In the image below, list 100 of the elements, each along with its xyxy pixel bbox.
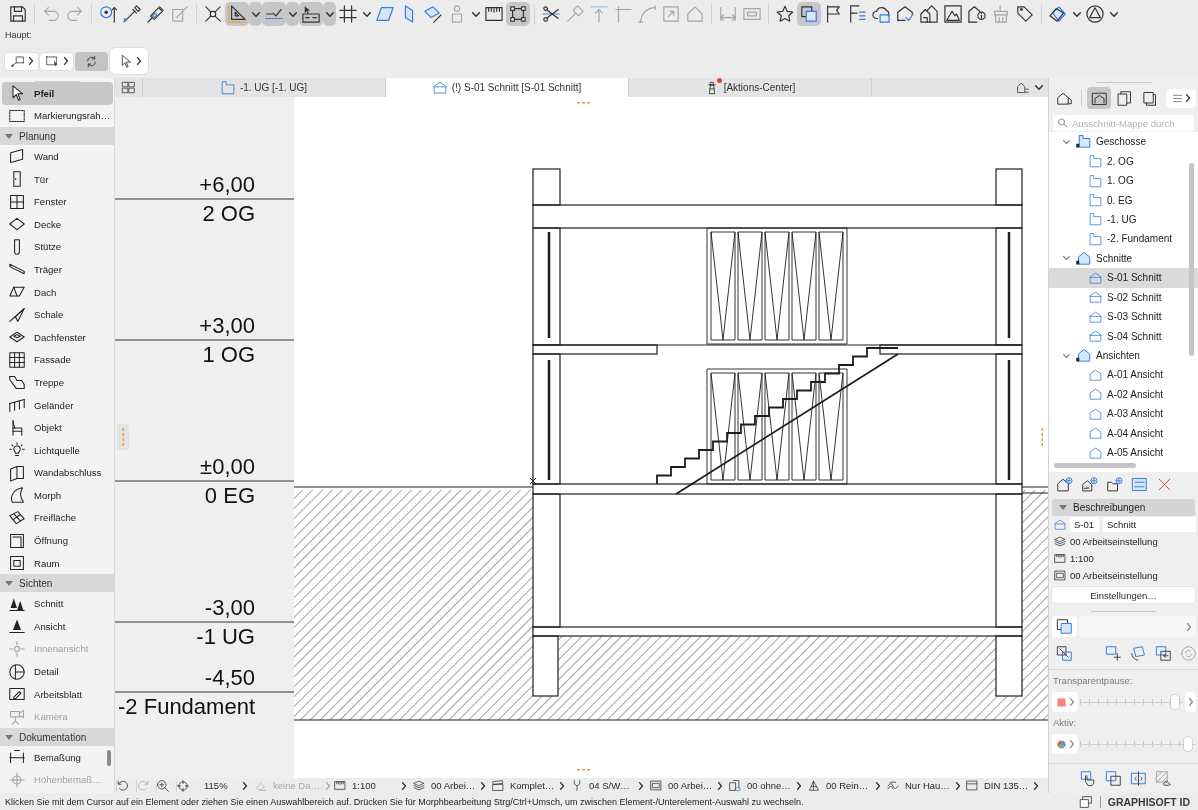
status-dropdown[interactable]: Nur Hau…	[884, 780, 963, 791]
tool-item[interactable]: Öffnung	[2, 529, 113, 552]
house-arrow-plus-icon[interactable]	[1081, 477, 1098, 492]
tree-item[interactable]: -1. UG	[1049, 209, 1198, 230]
status-dropdown[interactable]: Komplet…	[489, 780, 568, 791]
tool-item[interactable]: Treppe	[2, 371, 113, 394]
view-tile-button[interactable]	[1052, 616, 1077, 637]
menu-button[interactable]	[323, 2, 336, 26]
scrollbar[interactable]	[107, 750, 111, 766]
tree-item[interactable]: -2. Fundament	[1049, 229, 1198, 249]
tool-item[interactable]: Wand	[2, 145, 113, 168]
tool-item[interactable]: Raum	[2, 551, 113, 575]
status-dropdown[interactable]: 1:100	[331, 780, 410, 791]
mirror-split-icon[interactable]	[1130, 771, 1147, 786]
tool-item[interactable]: Tür	[2, 167, 113, 191]
status-dropdown[interactable]: 04 S/W…	[568, 780, 647, 791]
tool-item[interactable]: Detail	[2, 660, 113, 683]
rotate-square-icon[interactable]	[1130, 645, 1147, 661]
vertical-scrollbar[interactable]	[1189, 163, 1194, 356]
tree-item[interactable]: Ansichten	[1049, 345, 1198, 366]
name-field[interactable]: Schnitt	[1103, 517, 1196, 532]
swap-squares-icon[interactable]	[1155, 645, 1172, 661]
tool-item[interactable]: Dachfenster	[2, 325, 113, 349]
tree-item[interactable]: Schnitte	[1049, 248, 1198, 269]
list-card-icon[interactable]	[1131, 477, 1148, 492]
toolbar-button[interactable]	[917, 2, 941, 26]
tab[interactable]: (!) S-01 Schnitt [S-01 Schnitt]	[385, 78, 628, 97]
account-label[interactable]: GRAPHISOFT ID	[1107, 795, 1190, 808]
toolbar-button[interactable]	[262, 2, 286, 26]
section-header[interactable]: Dokumentation	[0, 728, 114, 747]
tree-item[interactable]: S-03 Schnitt	[1049, 306, 1198, 327]
hand-select-icon[interactable]	[1080, 771, 1097, 786]
circle-arrow-left-icon[interactable]	[116, 779, 129, 792]
color-menu-button[interactable]	[1052, 692, 1078, 712]
toolbar-button[interactable]	[225, 2, 249, 26]
menu-button[interactable]	[249, 2, 262, 26]
move-cross-icon[interactable]	[1105, 645, 1122, 661]
tree-item[interactable]: Geschosse	[1049, 132, 1198, 152]
section-header[interactable]: Sichten	[0, 574, 114, 593]
tool-item[interactable]: Morph	[2, 484, 113, 507]
tool-item[interactable]: Wandabschluss	[2, 461, 113, 485]
toolbar-button[interactable]	[5, 52, 38, 70]
status-dropdown[interactable]: 00 Arbei…	[410, 780, 489, 791]
slider-thumb[interactable]	[1183, 737, 1192, 751]
delete-icon[interactable]	[1156, 477, 1173, 492]
tool-item[interactable]: Ansicht	[2, 615, 113, 638]
tool-item[interactable]: Geländer	[2, 393, 113, 417]
tool-item[interactable]: Dach	[2, 280, 113, 304]
tool-item[interactable]: Schnitt	[2, 592, 113, 616]
tree-item[interactable]: A-04 Ansicht	[1049, 423, 1198, 443]
section-header[interactable]: Beschreibungen	[1052, 499, 1195, 516]
tool-item[interactable]: Stütze	[2, 235, 113, 259]
toolbar-button[interactable]	[336, 2, 360, 26]
tool-item[interactable]: Decke	[2, 212, 113, 236]
tree-item[interactable]: A-01 Ansicht	[1049, 365, 1198, 385]
tree-item[interactable]: A-02 Ansicht	[1049, 384, 1198, 405]
toolbar-button[interactable]	[506, 2, 530, 26]
search-field[interactable]: Ausschnitt-Mappe durch	[1053, 115, 1194, 131]
tool-item[interactable]: Bemaßung	[2, 746, 113, 769]
settings-button[interactable]: Einstellungen…	[1052, 587, 1195, 603]
tree-item[interactable]: A-03 Ansicht	[1049, 404, 1198, 424]
section-header[interactable]: Planung	[0, 127, 114, 146]
tool-item[interactable]: Objekt	[2, 416, 113, 439]
status-dropdown[interactable]: DIN 135…	[963, 780, 1042, 791]
toolbar-button[interactable]	[110, 48, 148, 74]
tool-item[interactable]: Freifläche	[2, 506, 113, 530]
toolbar-button[interactable]	[40, 52, 73, 70]
tree-item[interactable]: S-04 Schnitt	[1049, 326, 1198, 346]
toolbar-button[interactable]	[75, 51, 108, 71]
tree-item[interactable]: 0. EG	[1049, 190, 1198, 210]
tree-item[interactable]: A-05 Ansicht	[1049, 443, 1198, 463]
tree-item[interactable]: S-01 Schnitt	[1049, 268, 1198, 288]
folder-plus-icon[interactable]	[1106, 477, 1123, 492]
panel-menu-button[interactable]	[1166, 88, 1196, 108]
tool-item[interactable]: Fassade	[2, 348, 113, 372]
tree-item[interactable]: 1. OG	[1049, 170, 1198, 191]
tool-item[interactable]: Träger	[2, 258, 113, 281]
toolbar-button[interactable]	[1083, 2, 1107, 26]
status-dropdown[interactable]: 00 Rein…	[805, 780, 884, 791]
tool-item[interactable]: Lichtquelle	[2, 438, 113, 462]
copy-squares-icon[interactable]	[1105, 771, 1122, 786]
zoom-fit-icon[interactable]	[176, 779, 189, 792]
tool-item[interactable]: Arbeitsblatt	[2, 682, 113, 706]
zoom-dropdown[interactable]: 115%	[196, 780, 252, 791]
tool-item[interactable]: Fenster	[2, 190, 113, 213]
horizontal-scrollbar[interactable]	[1054, 463, 1136, 468]
reference-field[interactable]: S-01	[1070, 517, 1099, 532]
zoom-in-icon[interactable]	[156, 779, 169, 792]
slider-thumb[interactable]	[1171, 695, 1180, 709]
color-menu-button[interactable]	[1052, 734, 1078, 754]
tree-item[interactable]: 2. OG	[1049, 151, 1198, 171]
tool-item[interactable]: Markierungsrah…	[2, 104, 113, 128]
toolbar-button[interactable]	[120, 2, 144, 26]
tool-item[interactable]: Schale	[2, 303, 113, 326]
menu-button[interactable]	[286, 2, 299, 26]
view-plus-icon[interactable]	[1056, 477, 1073, 492]
windows-icon[interactable]	[1078, 795, 1093, 808]
toolbar-button[interactable]	[941, 2, 965, 26]
tool-item[interactable]: Pfeil	[2, 82, 113, 105]
toolbar-button[interactable]	[299, 2, 323, 26]
